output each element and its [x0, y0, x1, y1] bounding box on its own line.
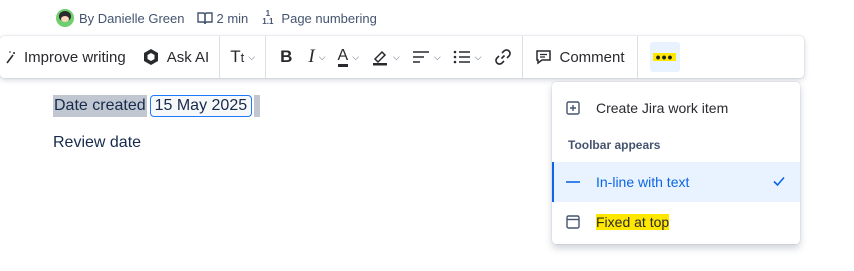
text-size-icon: Tt [230, 47, 245, 66]
italic-dropdown[interactable]: I ⌵ [302, 42, 331, 72]
menu-item-fixed-at-top[interactable]: Fixed at top [552, 202, 800, 242]
page-content: Date created 15 May 2025 Review date [53, 94, 261, 152]
toolbar-divider [521, 36, 523, 78]
chevron-down-icon: ⌵ [433, 51, 441, 62]
comment-button[interactable]: Comment [527, 42, 633, 72]
fixed-option-label: Fixed at top [596, 214, 670, 230]
link-button[interactable] [488, 42, 518, 72]
fixed-toolbar-icon [566, 215, 580, 229]
comment-label: Comment [559, 48, 625, 66]
author-name: By Danielle Green [79, 10, 185, 26]
link-icon [494, 49, 511, 65]
menu-item-inline-with-text[interactable]: In-line with text [552, 162, 800, 202]
highlight-dropdown[interactable]: ⌵ [365, 42, 406, 72]
date-created-label: Date created [53, 95, 147, 117]
ask-ai-button[interactable]: Ask AI [136, 42, 216, 72]
chevron-down-icon: ⌵ [352, 51, 360, 62]
text-color-icon: A [337, 47, 349, 67]
alignment-dropdown[interactable]: ⌵ [406, 42, 447, 72]
page-numbering-icon: 1 1.1 [262, 9, 274, 26]
ai-hexagon-icon [143, 49, 158, 65]
sparkle-wand-icon [6, 51, 15, 64]
more-options-button[interactable]: ••• [649, 42, 680, 72]
author-avatar[interactable] [56, 9, 74, 27]
toolbar-divider [219, 36, 221, 78]
add-square-icon [566, 101, 580, 115]
list-dropdown[interactable]: ⌵ [447, 42, 488, 72]
text-size-dropdown[interactable]: Tt ⌵ [224, 42, 261, 72]
improve-writing-label: Improve writing [24, 48, 126, 66]
highlighter-icon [373, 50, 388, 66]
improve-writing-button[interactable]: Improve writing [0, 42, 132, 72]
bold-icon: B [280, 47, 293, 66]
inline-option-label: In-line with text [596, 174, 690, 190]
bold-button[interactable]: B [270, 42, 302, 72]
bullet-list-icon [453, 50, 470, 64]
page-numbering-label[interactable]: Page numbering [281, 11, 376, 26]
chevron-down-icon: ⌵ [474, 51, 482, 62]
chevron-down-icon: ⌵ [318, 51, 326, 62]
text-color-dropdown[interactable]: A ⌵ [332, 42, 366, 72]
chevron-down-icon: ⌵ [393, 51, 400, 62]
page-byline: By Danielle Green 2 min 1 1.1 Page number… [56, 8, 377, 28]
editor-toolbar: Improve writing Ask AI Tt ⌵ B I ⌵ A ⌵ ⌵ … [0, 36, 804, 78]
align-left-icon [412, 51, 429, 63]
more-dots-icon: ••• [652, 50, 677, 64]
more-options-menu: Create Jira work item Toolbar appears In… [552, 82, 800, 244]
toolbar-divider [265, 36, 267, 78]
chevron-down-icon: ⌵ [248, 51, 256, 62]
date-created-chip[interactable]: 15 May 2025 [149, 95, 253, 117]
minus-icon [566, 175, 580, 189]
comment-icon [535, 50, 551, 65]
italic-icon: I [308, 46, 315, 67]
review-date-label[interactable]: Review date [53, 134, 260, 152]
toolbar-appears-header: Toolbar appears [568, 138, 661, 152]
ask-ai-label: Ask AI [166, 48, 210, 66]
text-selection-end [254, 95, 261, 117]
checkmark-icon [772, 174, 786, 191]
date-created-row: Date created 15 May 2025 [53, 94, 261, 118]
create-jira-label: Create Jira work item [596, 100, 729, 116]
read-time-book-icon [196, 12, 213, 25]
menu-item-create-jira[interactable]: Create Jira work item [552, 88, 800, 128]
read-time: 2 min [216, 10, 249, 26]
toolbar-divider [636, 36, 638, 78]
